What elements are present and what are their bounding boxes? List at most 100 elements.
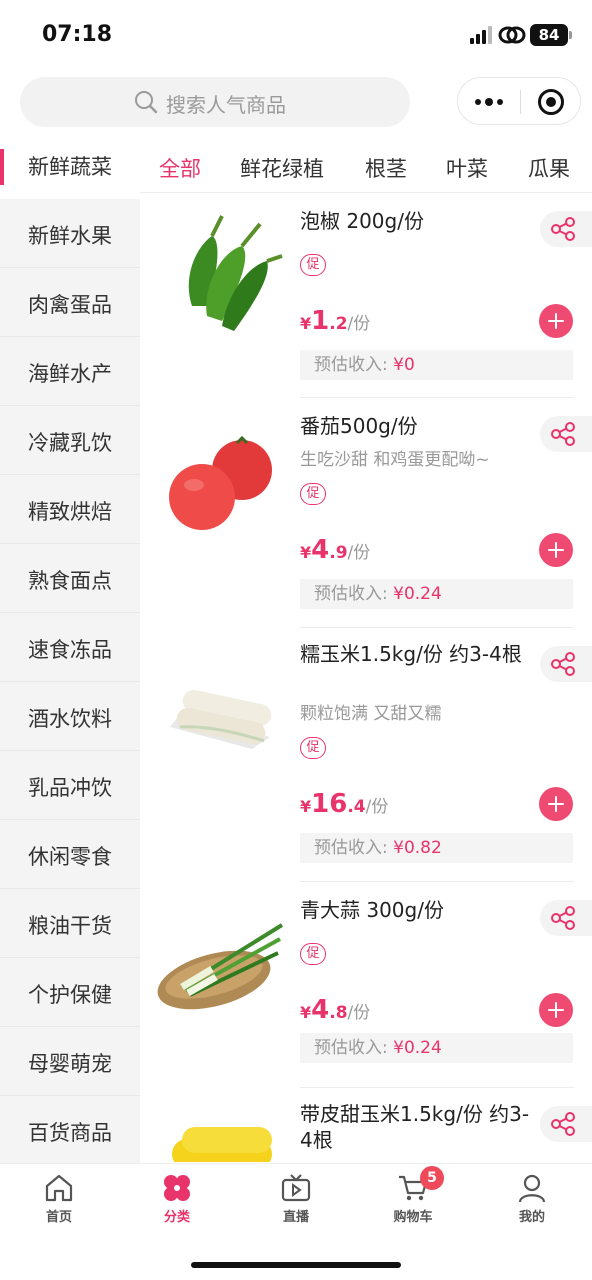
nav-home[interactable]: 首页 (14, 1172, 104, 1232)
nav-category[interactable]: 分类 (132, 1172, 222, 1232)
sidebar-item-bakery[interactable]: 精致烘焙 (0, 476, 140, 544)
price-unit: /份 (347, 1003, 371, 1023)
status-bar: 07:18 84 (0, 0, 592, 70)
sidebar-item-snacks[interactable]: 休闲零食 (0, 821, 140, 889)
product-price: ¥4.8/份 (300, 995, 370, 1025)
product-card[interactable]: 带皮甜玉米1.5kg/份 约3-4根 (140, 1089, 592, 1162)
income-value: ¥0.24 (393, 1038, 442, 1058)
tab-leafy[interactable]: 叶菜 (446, 153, 488, 183)
add-to-cart-button[interactable] (539, 993, 573, 1027)
promo-badge: 促 (300, 483, 326, 505)
price-integer: 1 (311, 306, 330, 336)
price-decimal: .2 (329, 314, 348, 334)
home-icon (45, 1174, 73, 1202)
tab-all[interactable]: 全部 (159, 153, 201, 183)
sidebar-item-meat-eggs[interactable]: 肉禽蛋品 (0, 269, 140, 337)
product-description: 生吃沙甜 和鸡蛋更配呦~ (300, 450, 490, 470)
sidebar-item-label: 个护保健 (28, 983, 112, 1007)
sidebar-item-beverages[interactable]: 酒水饮料 (0, 683, 140, 751)
income-label: 预估收入: (314, 355, 394, 375)
sidebar-item-personal-care[interactable]: 个护保健 (0, 959, 140, 1027)
nav-live[interactable]: 直播 (251, 1172, 341, 1232)
sidebar-item-fruits[interactable]: 新鲜水果 (0, 200, 140, 268)
product-card[interactable]: 番茄500g/份 生吃沙甜 和鸡蛋更配呦~ 促 ¥4.9/份 预估收入: ¥0.… (140, 399, 592, 628)
product-image-tomatoes[interactable] (152, 415, 292, 555)
share-button[interactable] (540, 1106, 592, 1142)
target-icon[interactable] (538, 89, 564, 115)
product-image-waxy-corn[interactable] (152, 657, 292, 797)
income-label: 预估收入: (314, 584, 394, 604)
nav-cart[interactable]: 5 购物车 (368, 1166, 458, 1232)
share-icon (551, 217, 575, 241)
income-value: ¥0 (393, 355, 415, 375)
sidebar-item-label: 新鲜水果 (28, 224, 112, 248)
estimated-income: 预估收入: ¥0.24 (300, 579, 573, 609)
estimated-income: 预估收入: ¥0.82 (300, 833, 573, 863)
share-icon (551, 422, 575, 446)
battery-icon: 84 (530, 24, 572, 46)
price-decimal: .4 (347, 797, 366, 817)
sidebar-item-baby-pets[interactable]: 母婴萌宠 (0, 1028, 140, 1096)
price-currency: ¥ (300, 314, 312, 333)
promo-badge: 促 (300, 737, 326, 759)
status-time: 07:18 (42, 22, 113, 47)
sidebar-item-label: 熟食面点 (28, 569, 112, 593)
sidebar-item-label: 母婴萌宠 (28, 1052, 112, 1076)
sidebar-item-vegetables[interactable]: 新鲜蔬菜 (0, 131, 140, 199)
add-to-cart-button[interactable] (539, 787, 573, 821)
tab-flowers-plants[interactable]: 鲜花绿植 (240, 153, 324, 183)
item-divider (300, 397, 574, 398)
product-image-peppers[interactable] (152, 206, 292, 346)
product-card[interactable]: 青大蒜 300g/份 促 ¥4.8/份 预估收入: ¥0.24 (140, 883, 592, 1088)
sidebar-item-dairy[interactable]: 乳品冲饮 (0, 752, 140, 820)
product-card[interactable]: 糯玉米1.5kg/份 约3-4根 颗粒饱满 又甜又糯 促 ¥16.4/份 预估收… (140, 629, 592, 882)
price-decimal: .8 (329, 1003, 348, 1023)
share-button[interactable] (540, 211, 592, 247)
category-sidebar: 新鲜蔬菜 新鲜水果 肉禽蛋品 海鲜水产 冷藏乳饮 精致烘焙 熟食面点 速食冻品 … (0, 131, 140, 1165)
share-button[interactable] (540, 646, 592, 682)
sidebar-item-chilled-drinks[interactable]: 冷藏乳饮 (0, 407, 140, 475)
miniprogram-capsule (457, 77, 581, 125)
nav-profile[interactable]: 我的 (487, 1172, 577, 1232)
live-tv-icon (281, 1174, 311, 1202)
item-divider (300, 881, 574, 882)
product-price: ¥4.9/份 (300, 535, 370, 565)
add-to-cart-button[interactable] (539, 533, 573, 567)
product-name: 番茄500g/份 (300, 414, 418, 438)
more-dots-icon[interactable] (474, 92, 504, 117)
tab-roots[interactable]: 根茎 (365, 153, 407, 183)
capsule-divider (520, 90, 521, 114)
promo-badge: 促 (300, 943, 326, 965)
share-button[interactable] (540, 416, 592, 452)
sidebar-item-seafood[interactable]: 海鲜水产 (0, 338, 140, 406)
hotspot-link-icon (498, 24, 526, 50)
search-icon (134, 90, 158, 118)
sidebar-item-label: 海鲜水产 (28, 362, 112, 386)
promo-badge: 促 (300, 254, 326, 276)
product-name: 带皮甜玉米1.5kg/份 约3-4根 (300, 1102, 530, 1152)
user-icon (518, 1174, 546, 1203)
sidebar-item-general-goods[interactable]: 百货商品 (0, 1097, 140, 1165)
add-to-cart-button[interactable] (539, 304, 573, 338)
share-button[interactable] (540, 900, 592, 936)
product-name: 青大蒜 300g/份 (300, 898, 444, 922)
category-flower-icon (164, 1175, 190, 1201)
tab-melons[interactable]: 瓜果 (528, 153, 570, 183)
price-currency: ¥ (300, 543, 312, 562)
estimated-income: 预估收入: ¥0 (300, 350, 573, 380)
product-image-green-garlic[interactable] (152, 905, 292, 1045)
sidebar-item-frozen[interactable]: 速食冻品 (0, 614, 140, 682)
price-integer: 4 (311, 995, 330, 1025)
price-decimal: .9 (329, 543, 348, 563)
sidebar-item-grain-oil[interactable]: 粮油干货 (0, 890, 140, 958)
price-currency: ¥ (300, 1003, 312, 1022)
search-bar[interactable]: 搜索人气商品 (20, 77, 410, 127)
product-card[interactable]: 泡椒 200g/份 促 ¥1.2/份 预估收入: ¥0 (140, 194, 592, 398)
sidebar-item-deli[interactable]: 熟食面点 (0, 545, 140, 613)
income-label: 预估收入: (314, 838, 394, 858)
sidebar-item-label: 粮油干货 (28, 914, 112, 938)
price-unit: /份 (347, 314, 371, 334)
item-divider (300, 1087, 574, 1088)
nav-category-label: 分类 (163, 1210, 190, 1225)
product-image-sweet-corn[interactable] (152, 1119, 292, 1162)
